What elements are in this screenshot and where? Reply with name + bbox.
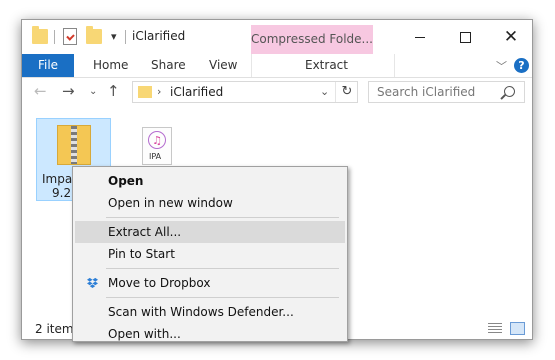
new-folder-icon[interactable] [86, 26, 102, 44]
menu-separator [106, 297, 339, 298]
details-view-icon[interactable] [488, 323, 502, 335]
search-input[interactable]: Search iClarified [377, 85, 475, 99]
quick-access-dropdown-icon[interactable]: ▾ [111, 30, 117, 43]
menu-item-pin-to-start[interactable]: Pin to Start [75, 243, 345, 265]
compressed-folder-tools-tab[interactable]: Compressed Folde... [251, 25, 373, 54]
menu-item-move-to-dropbox[interactable]: Move to Dropbox [75, 272, 345, 294]
tab-home[interactable]: Home [93, 54, 128, 77]
title-bar: ▾ iClarified Compressed Folde... ✕ [22, 20, 532, 54]
help-icon[interactable]: ? [514, 58, 529, 73]
chevron-down-icon[interactable]: ⌄ [320, 85, 329, 98]
close-button[interactable]: ✕ [488, 20, 532, 54]
chevron-right-icon[interactable]: › [157, 85, 161, 98]
ribbon-tabs: File Home Share View Extract ﹀ ? [22, 54, 532, 78]
menu-item-open[interactable]: Open [75, 170, 345, 192]
recent-locations-icon[interactable]: ⌄ [89, 86, 97, 97]
folder-icon [138, 86, 152, 98]
tab-file[interactable]: File [22, 54, 74, 77]
menu-item-extract-all[interactable]: Extract All... [75, 221, 345, 243]
menu-separator [106, 217, 339, 218]
back-arrow-icon[interactable]: ← [34, 82, 47, 100]
search-icon[interactable] [504, 86, 515, 97]
ipa-file-item[interactable]: ♫ IPA [142, 127, 172, 165]
menu-item-open-with[interactable]: Open with... [75, 323, 345, 341]
minimize-button[interactable] [397, 20, 443, 54]
navigation-bar: ← → ⌄ ↑ › iClarified ⌄ ↻ Search iClarifi… [22, 78, 532, 108]
close-icon: ✕ [503, 27, 519, 47]
refresh-icon[interactable]: ↻ [335, 82, 358, 102]
menu-item-label: Move to Dropbox [108, 276, 211, 290]
context-menu: Open Open in new window Extract All... P… [72, 166, 348, 342]
maximize-button[interactable] [442, 20, 488, 54]
zip-folder-icon [57, 125, 91, 165]
folder-icon[interactable] [32, 26, 48, 44]
quick-access-separator [54, 30, 55, 44]
ipa-file-label: IPA [149, 152, 162, 161]
title-separator [125, 30, 126, 44]
minimize-icon [415, 36, 425, 38]
tab-share[interactable]: Share [151, 54, 186, 77]
address-path[interactable]: iClarified [170, 85, 223, 99]
window-title: iClarified [132, 29, 186, 43]
menu-item-open-new-window[interactable]: Open in new window [75, 192, 345, 214]
menu-separator [106, 268, 339, 269]
expand-ribbon-icon[interactable]: ﹀ [496, 58, 507, 74]
large-icons-view-icon[interactable] [510, 322, 525, 335]
music-note-icon: ♫ [148, 131, 166, 149]
menu-item-scan-defender[interactable]: Scan with Windows Defender... [75, 301, 345, 323]
address-bar[interactable]: › iClarified ⌄ ↻ [132, 81, 358, 103]
properties-icon[interactable] [63, 28, 77, 45]
dropbox-icon [87, 277, 98, 288]
forward-arrow-icon[interactable]: → [62, 82, 75, 100]
search-box[interactable]: Search iClarified [368, 81, 525, 103]
tab-view[interactable]: View [209, 54, 237, 77]
up-arrow-icon[interactable]: ↑ [107, 82, 120, 100]
maximize-icon [459, 31, 471, 43]
zipper-strip [71, 126, 77, 164]
tab-extract[interactable]: Extract [305, 54, 348, 77]
